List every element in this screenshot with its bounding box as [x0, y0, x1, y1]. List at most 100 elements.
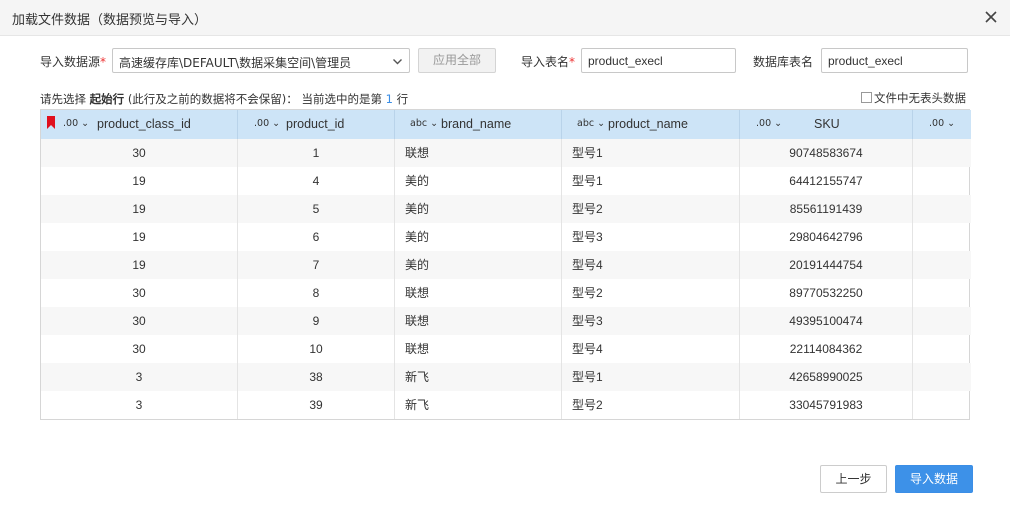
start-row-flag-icon — [47, 116, 55, 129]
datasource-select[interactable]: 高速缓存库\DEFAULT\数据采集空间\管理员 — [112, 48, 410, 73]
table-cell: 30 — [41, 307, 238, 335]
table-cell — [913, 391, 971, 419]
no-header-label: 文件中无表头数据 — [874, 91, 966, 105]
column-type-dropdown[interactable]: .00 ⌄ — [63, 118, 89, 129]
table-cell: 49395100474 — [740, 307, 913, 335]
table-cell: 38 — [238, 363, 395, 391]
table-cell — [913, 167, 971, 195]
table-cell: 联想 — [395, 279, 562, 307]
table-cell — [913, 307, 971, 335]
table-cell: 42658990025 — [740, 363, 913, 391]
table-cell: 90748583674 — [740, 139, 913, 167]
table-cell: 19 — [41, 251, 238, 279]
table-cell: 型号1 — [562, 363, 740, 391]
column-type-dropdown[interactable]: .00 ⌄ — [756, 118, 782, 129]
table-cell: 19 — [41, 195, 238, 223]
column-type-dropdown[interactable]: .00 ⌄ — [929, 118, 955, 129]
table-cell: 3 — [41, 363, 238, 391]
table-cell: 美的 — [395, 251, 562, 279]
column-type-dropdown[interactable]: .00 ⌄ — [254, 118, 280, 129]
table-cell: 30 — [41, 279, 238, 307]
table-cell — [913, 363, 971, 391]
table-row[interactable]: 30 10 联想 型号4 22114084362 — [41, 335, 971, 363]
no-header-checkbox[interactable]: 文件中无表头数据 — [861, 90, 966, 106]
table-row[interactable]: 30 8 联想 型号2 89770532250 — [41, 279, 971, 307]
table-row[interactable]: 3 38 新飞 型号1 42658990025 — [41, 363, 971, 391]
table-row[interactable]: 19 5 美的 型号2 85561191439 — [41, 195, 971, 223]
import-form-row: 导入数据源* 高速缓存库\DEFAULT\数据采集空间\管理员 应用全部 导入表… — [0, 48, 1010, 74]
db-table-input[interactable] — [821, 48, 968, 73]
table-cell: 联想 — [395, 335, 562, 363]
column-name: product_name — [608, 117, 688, 131]
column-name: product_id — [286, 117, 345, 131]
table-cell: 8 — [238, 279, 395, 307]
table-cell: 型号2 — [562, 195, 740, 223]
table-cell: 型号3 — [562, 307, 740, 335]
table-row[interactable]: 3 39 新飞 型号2 33045791983 — [41, 391, 971, 419]
table-cell: 30 — [41, 335, 238, 363]
column-type-dropdown[interactable]: abc ⌄ — [577, 118, 605, 129]
table-row[interactable]: 19 6 美的 型号3 29804642796 — [41, 223, 971, 251]
table-cell: 型号1 — [562, 167, 740, 195]
table-cell: 22114084362 — [740, 335, 913, 363]
column-header-blank[interactable]: .00 ⌄ — [913, 110, 971, 139]
table-cell: 4 — [238, 167, 395, 195]
close-icon[interactable] — [982, 8, 1000, 26]
chevron-down-icon — [393, 59, 402, 65]
column-type-dropdown[interactable]: abc ⌄ — [410, 118, 438, 129]
table-cell: 美的 — [395, 223, 562, 251]
table-cell: 9 — [238, 307, 395, 335]
table-row[interactable]: 30 9 联想 型号3 49395100474 — [41, 307, 971, 335]
import-data-button[interactable]: 导入数据 — [895, 465, 973, 493]
column-header-brand_name[interactable]: abc ⌄ brand_name — [395, 110, 562, 139]
table-cell — [913, 335, 971, 363]
table-cell: 型号1 — [562, 139, 740, 167]
table-cell: 85561191439 — [740, 195, 913, 223]
table-cell: 型号4 — [562, 251, 740, 279]
db-table-label: 数据库表名 — [753, 55, 814, 69]
checkbox-icon[interactable] — [861, 92, 872, 103]
table-cell: 联想 — [395, 139, 562, 167]
table-cell: 39 — [238, 391, 395, 419]
dialog-title: 加载文件数据（数据预览与导入） — [12, 13, 208, 28]
table-cell: 新飞 — [395, 363, 562, 391]
table-cell: 型号2 — [562, 391, 740, 419]
table-cell: 新飞 — [395, 391, 562, 419]
table-row[interactable]: 30 1 联想 型号1 90748583674 — [41, 139, 971, 167]
column-name: brand_name — [441, 117, 512, 131]
table-cell: 20191444754 — [740, 251, 913, 279]
dialog-titlebar: 加载文件数据（数据预览与导入） — [0, 0, 1010, 36]
table-cell: 型号2 — [562, 279, 740, 307]
table-cell: 7 — [238, 251, 395, 279]
datasource-value: 高速缓存库\DEFAULT\数据采集空间\管理员 — [119, 56, 352, 70]
apply-all-button[interactable]: 应用全部 — [418, 48, 496, 73]
table-cell — [913, 139, 971, 167]
column-header-product_id[interactable]: .00 ⌄ product_id — [238, 110, 395, 139]
table-cell: 联想 — [395, 307, 562, 335]
table-cell — [913, 279, 971, 307]
import-table-label: 导入表名* — [521, 55, 576, 69]
table-cell: 6 — [238, 223, 395, 251]
table-cell — [913, 251, 971, 279]
column-header-product_class_id[interactable]: .00 ⌄ product_class_id — [41, 110, 238, 139]
table-cell: 30 — [41, 139, 238, 167]
column-name: product_class_id — [97, 117, 191, 131]
import-table-input[interactable] — [581, 48, 736, 73]
table-cell — [913, 223, 971, 251]
table-cell: 型号4 — [562, 335, 740, 363]
table-cell: 美的 — [395, 195, 562, 223]
table-cell: 29804642796 — [740, 223, 913, 251]
table-cell: 64412155747 — [740, 167, 913, 195]
column-header-product_name[interactable]: abc ⌄ product_name — [562, 110, 740, 139]
table-cell: 19 — [41, 223, 238, 251]
table-cell: 19 — [41, 167, 238, 195]
prev-step-button[interactable]: 上一步 — [820, 465, 887, 493]
table-row[interactable]: 19 7 美的 型号4 20191444754 — [41, 251, 971, 279]
table-cell — [913, 195, 971, 223]
column-header-SKU[interactable]: .00 ⌄ SKU — [740, 110, 913, 139]
table-row[interactable]: 19 4 美的 型号1 64412155747 — [41, 167, 971, 195]
table-cell: 美的 — [395, 167, 562, 195]
preview-table: .00 ⌄ product_class_id .00 ⌄ product_id abc … — [40, 109, 971, 420]
table-cell: 3 — [41, 391, 238, 419]
start-row-hint: 请先选择 起始行 (此行及之前的数据将不会保留)： 当前选中的是第 1 行 — [40, 92, 409, 106]
